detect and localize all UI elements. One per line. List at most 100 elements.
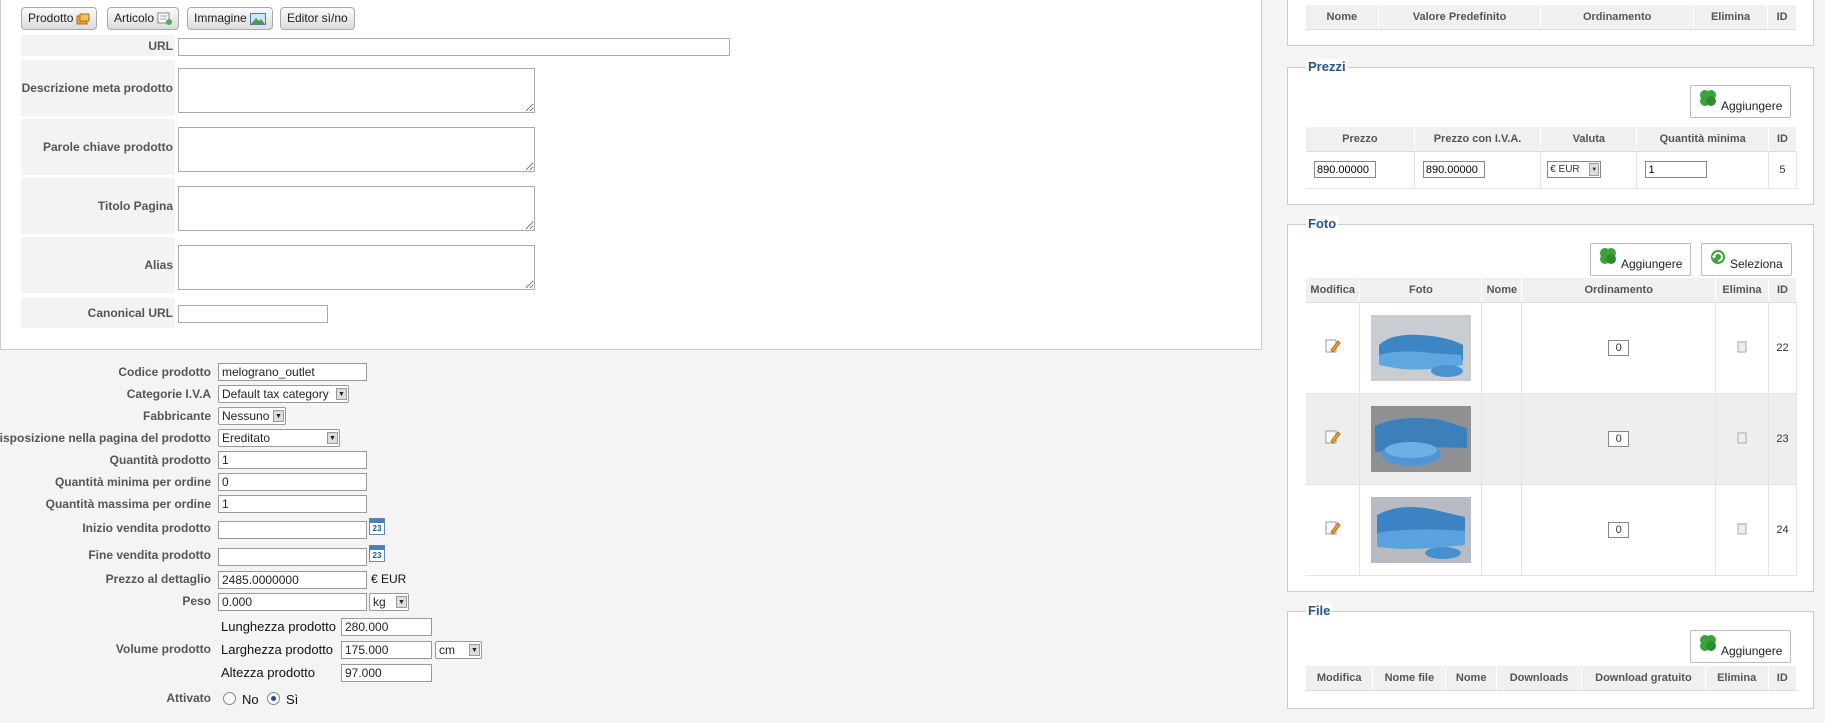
col-id: ID bbox=[1768, 127, 1798, 152]
currency-value: € EUR bbox=[1550, 164, 1580, 175]
volume-unit-select[interactable]: cm ▼ bbox=[435, 641, 482, 659]
photo-row: 0 22 bbox=[1306, 302, 1798, 394]
chevron-down-icon: ▼ bbox=[327, 432, 338, 444]
chevron-down-icon: ▼ bbox=[336, 388, 347, 400]
price-input[interactable] bbox=[1314, 161, 1376, 178]
ordinamento-input[interactable]: 0 bbox=[1608, 430, 1630, 447]
sofa-photo[interactable] bbox=[1370, 405, 1471, 472]
prezzo-input[interactable] bbox=[218, 571, 367, 589]
altezza-input[interactable] bbox=[341, 664, 432, 682]
qmin-input[interactable] bbox=[218, 473, 367, 491]
inizio-label: Inizio vendita prodotto bbox=[82, 521, 211, 535]
ordinamento-input[interactable]: 0 bbox=[1608, 521, 1630, 538]
col-ordinamento: Ordinamento bbox=[1540, 5, 1694, 30]
larghezza-label: Larghezza prodotto bbox=[221, 642, 334, 657]
qmax-input[interactable] bbox=[218, 495, 367, 513]
lunghezza-input[interactable] bbox=[341, 618, 432, 636]
fabbricante-select[interactable]: Nessuno ▼ bbox=[218, 407, 286, 425]
prodotto-button[interactable]: Prodotto bbox=[21, 7, 98, 30]
edit-icon[interactable] bbox=[1325, 338, 1341, 354]
price-id: 5 bbox=[1768, 151, 1798, 189]
codice-input[interactable] bbox=[218, 363, 367, 381]
trash-icon[interactable] bbox=[1736, 340, 1747, 353]
calendar-day: 23 bbox=[372, 524, 382, 533]
calendar-icon[interactable]: 23 bbox=[369, 518, 385, 535]
peso-unit-select[interactable]: kg ▼ bbox=[369, 593, 409, 611]
package-icon bbox=[76, 13, 90, 24]
col-elimina: Elimina bbox=[1705, 666, 1769, 691]
foto-legend: Foto bbox=[1306, 216, 1339, 231]
file-add-button[interactable]: Aggiungere bbox=[1690, 630, 1792, 663]
canonical-input[interactable] bbox=[178, 305, 328, 323]
fabbricante-label: Fabbricante bbox=[142, 408, 211, 423]
prezzi-add-button[interactable]: Aggiungere bbox=[1690, 85, 1792, 118]
add-icon bbox=[1600, 248, 1616, 264]
fine-input[interactable] bbox=[218, 548, 367, 566]
prezzi-legend: Prezzi bbox=[1306, 59, 1348, 74]
attributes-fieldset: Nome Valore Predefinito Ordinamento Elim… bbox=[1287, 0, 1814, 46]
disposizione-label: Disposizione nella pagina del prodotto bbox=[0, 428, 213, 447]
trash-icon[interactable] bbox=[1736, 522, 1747, 535]
currency-select[interactable]: € EUR ▼ bbox=[1547, 161, 1602, 178]
calendar-day: 23 bbox=[372, 551, 382, 560]
col-nome: Nome bbox=[1481, 278, 1523, 303]
parole-label: Parole chiave prodotto bbox=[21, 119, 175, 175]
col-id: ID bbox=[1768, 278, 1798, 303]
add-icon bbox=[1700, 635, 1716, 651]
edit-icon[interactable] bbox=[1325, 429, 1341, 445]
descrizione-textarea[interactable] bbox=[178, 68, 535, 113]
attivato-no-radio[interactable] bbox=[223, 692, 236, 705]
ordinamento-input[interactable]: 0 bbox=[1608, 339, 1630, 356]
articolo-button[interactable]: Articolo bbox=[107, 7, 180, 30]
url-input[interactable] bbox=[178, 38, 730, 56]
attivato-si-radio[interactable] bbox=[267, 692, 280, 705]
altezza-label: Altezza prodotto bbox=[221, 665, 315, 680]
edit-icon[interactable] bbox=[1325, 520, 1341, 536]
photo-row: 0 23 bbox=[1306, 393, 1798, 485]
parole-textarea[interactable] bbox=[178, 127, 535, 172]
col-id: ID bbox=[1767, 5, 1797, 30]
col-download-gratuito: Download gratuito bbox=[1581, 666, 1706, 691]
file-table: Modifica Nome file Nome Downloads Downlo… bbox=[1306, 666, 1798, 691]
sofa-photo[interactable] bbox=[1370, 496, 1471, 563]
col-ordinamento: Ordinamento bbox=[1521, 278, 1716, 303]
prezzi-fieldset: Prezzi Aggiungere Prezzo Prezzo con I.V.… bbox=[1287, 59, 1814, 205]
prodotto-label: Prodotto bbox=[28, 11, 74, 25]
immagine-button[interactable]: Immagine bbox=[187, 7, 273, 30]
col-downloads: Downloads bbox=[1496, 666, 1583, 691]
quantita-input[interactable] bbox=[218, 451, 367, 469]
volume-label: Volume prodotto bbox=[115, 642, 211, 656]
disposizione-select[interactable]: Ereditato ▼ bbox=[218, 429, 340, 447]
peso-unit-value: kg bbox=[373, 595, 386, 609]
titolo-textarea[interactable] bbox=[178, 186, 535, 231]
price-iva-input[interactable] bbox=[1422, 161, 1485, 178]
disposizione-value: Ereditato bbox=[222, 431, 271, 445]
attivato-no-label: No bbox=[242, 692, 259, 707]
peso-input[interactable] bbox=[218, 593, 367, 611]
foto-select-button[interactable]: Seleziona bbox=[1701, 243, 1792, 276]
foto-select-label: Seleziona bbox=[1730, 257, 1783, 271]
url-label: URL bbox=[21, 35, 175, 56]
inizio-input[interactable] bbox=[218, 521, 367, 539]
chevron-down-icon: ▼ bbox=[1589, 163, 1600, 176]
canonical-label: Canonical URL bbox=[21, 298, 175, 328]
articolo-label: Articolo bbox=[114, 11, 155, 25]
col-elimina: Elimina bbox=[1715, 278, 1769, 303]
qmin-price-input[interactable] bbox=[1645, 161, 1708, 178]
alias-textarea[interactable] bbox=[178, 245, 535, 290]
trash-icon[interactable] bbox=[1736, 431, 1747, 444]
categorie-select[interactable]: Default tax category ▼ bbox=[218, 385, 349, 403]
calendar-icon[interactable]: 23 bbox=[369, 545, 385, 562]
categorie-label: Categorie I.V.A bbox=[126, 386, 211, 401]
photo-nome bbox=[1481, 302, 1523, 394]
editor-toggle-button[interactable]: Editor sì/no bbox=[280, 7, 355, 30]
foto-add-button[interactable]: Aggiungere bbox=[1590, 243, 1692, 276]
photo-id: 22 bbox=[1768, 302, 1798, 394]
chevron-down-icon: ▼ bbox=[396, 596, 407, 608]
fabbricante-value: Nessuno bbox=[222, 409, 270, 423]
attivato-si-label: Sì bbox=[286, 692, 299, 707]
col-id: ID bbox=[1768, 666, 1798, 691]
larghezza-input[interactable] bbox=[341, 641, 432, 659]
sofa-photo[interactable] bbox=[1370, 314, 1471, 381]
col-modifica: Modifica bbox=[1306, 278, 1361, 303]
